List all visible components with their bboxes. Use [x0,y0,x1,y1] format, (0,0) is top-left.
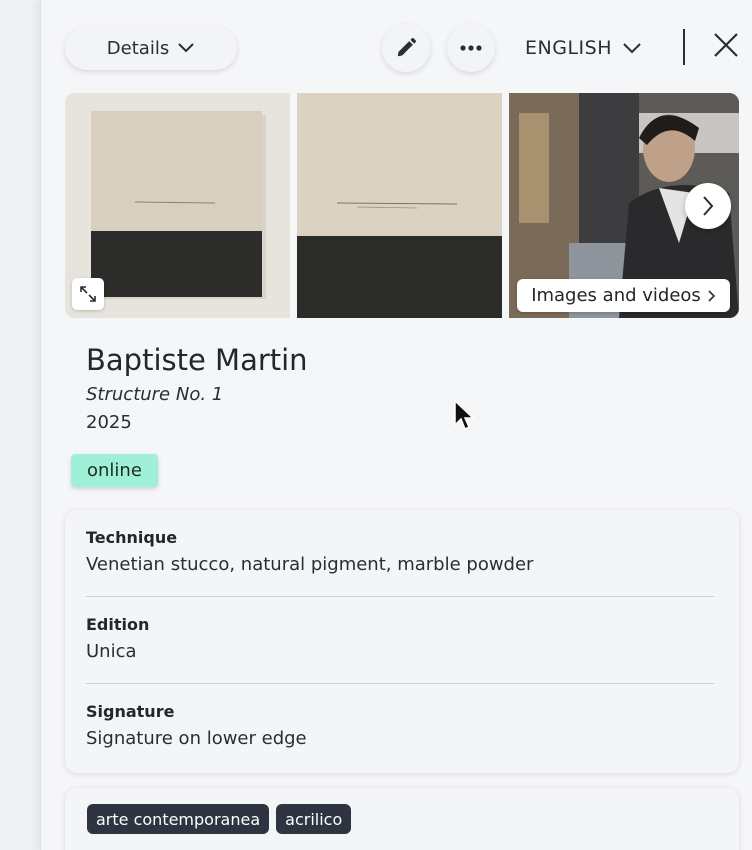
close-button[interactable] [709,28,743,62]
expand-image-button[interactable] [72,278,104,310]
edition-value: Unica [86,641,137,662]
chevron-right-icon [703,196,714,216]
edit-button[interactable] [382,24,430,72]
details-dropdown-button[interactable]: Details [65,26,237,70]
tags-card: arte contemporanea acrilico [65,788,739,850]
artwork-year: 2025 [86,412,132,433]
artwork-detail-view [297,93,502,318]
chevron-down-icon [623,43,641,54]
chevron-down-icon [178,43,194,53]
technique-row: Technique Venetian stucco, natural pigme… [86,528,714,575]
chevron-right-icon [708,289,715,302]
edition-row: Edition Unica [86,615,714,662]
artist-name: Baptiste Martin [86,343,308,377]
mouse-cursor-icon [454,400,475,431]
images-and-videos-link[interactable]: Images and videos [517,279,730,312]
status-badge: online [71,454,158,487]
tag-chip[interactable]: arte contemporanea [87,804,270,834]
close-icon [714,33,738,57]
images-and-videos-label: Images and videos [531,285,701,306]
details-divider [86,683,714,684]
pencil-icon [397,37,417,57]
artwork-image-detail[interactable] [297,93,502,318]
signature-row: Signature Signature on lower edge [86,702,714,749]
signature-value: Signature on lower edge [86,728,307,749]
more-options-button[interactable] [447,24,495,72]
details-label: Details [106,37,170,59]
tag-list: arte contemporanea acrilico [87,804,352,834]
gallery-next-button[interactable] [685,183,731,229]
more-horizontal-icon [460,45,482,51]
expand-icon [80,286,96,302]
header-divider [683,29,685,65]
tag-chip[interactable]: acrilico [276,804,352,834]
language-selector[interactable]: ENGLISH [525,30,642,66]
edition-label: Edition [86,615,150,634]
artwork-image-full[interactable] [65,93,290,318]
details-divider [86,596,714,597]
technique-label: Technique [86,528,178,547]
technique-value: Venetian stucco, natural pigment, marble… [86,554,534,575]
language-label: ENGLISH [525,37,612,59]
artwork-detail-panel: Details ENGLISH Images and videos Baptis… [40,0,752,850]
artwork-title: Structure No. 1 [86,384,224,405]
signature-label: Signature [86,702,175,721]
artwork-details-card: Technique Venetian stucco, natural pigme… [65,510,739,773]
